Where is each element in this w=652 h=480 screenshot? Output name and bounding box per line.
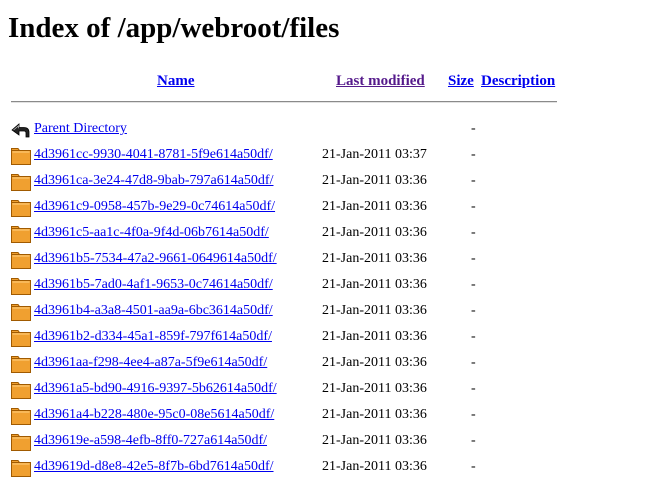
- folder-icon: [11, 174, 31, 191]
- size-cell: -: [471, 433, 476, 448]
- last-modified-cell: 21-Jan-2011 03:36: [322, 355, 427, 370]
- last-modified-cell: 21-Jan-2011 03:36: [322, 407, 427, 422]
- size-cell: -: [471, 173, 476, 188]
- size-cell: -: [471, 303, 476, 318]
- directory-row: 4d3961c9-0958-457b-9e29-0c74614a50df/21-…: [0, 194, 652, 220]
- size-cell: -: [471, 225, 476, 240]
- folder-icon: [11, 356, 31, 373]
- folder-icon: [11, 278, 31, 295]
- last-modified-cell: 21-Jan-2011 03:36: [322, 199, 427, 214]
- folder-link[interactable]: 4d3961a5-bd90-4916-9397-5b62614a50df/: [34, 376, 277, 402]
- last-modified-cell: 21-Jan-2011 03:36: [322, 303, 427, 318]
- last-modified-cell: 21-Jan-2011 03:36: [322, 329, 427, 344]
- size-cell: -: [471, 251, 476, 266]
- size-cell: -: [471, 121, 476, 136]
- sort-by-last-modified-link[interactable]: Last modified: [336, 72, 425, 90]
- page-title: Index of /app/webroot/files: [8, 12, 340, 44]
- folder-link[interactable]: 4d3961b2-d334-45a1-859f-797f614a50df/: [34, 324, 272, 350]
- size-cell: -: [471, 277, 476, 292]
- folder-icon: [11, 148, 31, 165]
- size-cell: -: [471, 459, 476, 474]
- back-arrow-icon: [11, 123, 30, 138]
- folder-link[interactable]: 4d3961cc-9930-4041-8781-5f9e614a50df/: [34, 142, 273, 168]
- last-modified-cell: 21-Jan-2011 03:36: [322, 225, 427, 240]
- directory-row: 4d3961ca-3e24-47d8-9bab-797a614a50df/21-…: [0, 168, 652, 194]
- folder-link[interactable]: 4d39619d-d8e8-42e5-8f7b-6bd7614a50df/: [34, 454, 274, 480]
- folder-link[interactable]: 4d3961b4-a3a8-4501-aa9a-6bc3614a50df/: [34, 298, 273, 324]
- size-cell: -: [471, 381, 476, 396]
- directory-row: 4d3961cc-9930-4041-8781-5f9e614a50df/21-…: [0, 142, 652, 168]
- directory-row: 4d3961b2-d334-45a1-859f-797f614a50df/21-…: [0, 324, 652, 350]
- folder-icon: [11, 382, 31, 399]
- last-modified-cell: 21-Jan-2011 03:37: [322, 147, 427, 162]
- last-modified-cell: 21-Jan-2011 03:36: [322, 251, 427, 266]
- folder-link[interactable]: 4d3961ca-3e24-47d8-9bab-797a614a50df/: [34, 168, 273, 194]
- last-modified-cell: 21-Jan-2011 03:36: [322, 459, 427, 474]
- folder-link[interactable]: 4d39619e-a598-4efb-8ff0-727a614a50df/: [34, 428, 267, 454]
- parent-directory-row: Parent Directory -: [0, 116, 652, 142]
- folder-icon: [11, 460, 31, 477]
- directory-row: 4d39619d-d8e8-42e5-8f7b-6bd7614a50df/21-…: [0, 454, 652, 480]
- directory-row: 4d3961b5-7ad0-4af1-9653-0c74614a50df/21-…: [0, 272, 652, 298]
- folder-icon: [11, 434, 31, 451]
- folder-icon: [11, 252, 31, 269]
- sort-by-name-link[interactable]: Name: [157, 72, 195, 90]
- parent-directory-link[interactable]: Parent Directory: [34, 116, 127, 142]
- sort-by-description-link[interactable]: Description: [481, 72, 555, 90]
- folder-link[interactable]: 4d3961aa-f298-4ee4-a87a-5f9e614a50df/: [34, 350, 267, 376]
- sort-by-size-link[interactable]: Size: [448, 72, 474, 90]
- last-modified-cell: 21-Jan-2011 03:36: [322, 381, 427, 396]
- folder-link[interactable]: 4d3961b5-7ad0-4af1-9653-0c74614a50df/: [34, 272, 273, 298]
- directory-row: 4d3961aa-f298-4ee4-a87a-5f9e614a50df/21-…: [0, 350, 652, 376]
- folder-link[interactable]: 4d3961c9-0958-457b-9e29-0c74614a50df/: [34, 194, 275, 220]
- size-cell: -: [471, 199, 476, 214]
- folder-icon: [11, 200, 31, 217]
- directory-row: 4d3961b4-a3a8-4501-aa9a-6bc3614a50df/21-…: [0, 298, 652, 324]
- size-cell: -: [471, 329, 476, 344]
- size-cell: -: [471, 355, 476, 370]
- directory-row: 4d3961a4-b228-480e-95c0-08e5614a50df/21-…: [0, 402, 652, 428]
- directory-row: 4d39619e-a598-4efb-8ff0-727a614a50df/21-…: [0, 428, 652, 454]
- directory-row: 4d3961c5-aa1c-4f0a-9f4d-06b7614a50df/21-…: [0, 220, 652, 246]
- directory-row: 4d3961a5-bd90-4916-9397-5b62614a50df/21-…: [0, 376, 652, 402]
- header-divider: [11, 101, 557, 103]
- folder-icon: [11, 408, 31, 425]
- folder-link[interactable]: 4d3961b5-7534-47a2-9661-0649614a50df/: [34, 246, 277, 272]
- size-cell: -: [471, 147, 476, 162]
- last-modified-cell: 21-Jan-2011 03:36: [322, 277, 427, 292]
- folder-link[interactable]: 4d3961a4-b228-480e-95c0-08e5614a50df/: [34, 402, 274, 428]
- folder-icon: [11, 330, 31, 347]
- folder-link[interactable]: 4d3961c5-aa1c-4f0a-9f4d-06b7614a50df/: [34, 220, 269, 246]
- folder-icon: [11, 226, 31, 243]
- size-cell: -: [471, 407, 476, 422]
- last-modified-cell: 21-Jan-2011 03:36: [322, 173, 427, 188]
- directory-listing: Parent Directory - 4d3961cc-9930-4041-87…: [0, 116, 652, 480]
- last-modified-cell: 21-Jan-2011 03:36: [322, 433, 427, 448]
- folder-icon: [11, 304, 31, 321]
- directory-row: 4d3961b5-7534-47a2-9661-0649614a50df/21-…: [0, 246, 652, 272]
